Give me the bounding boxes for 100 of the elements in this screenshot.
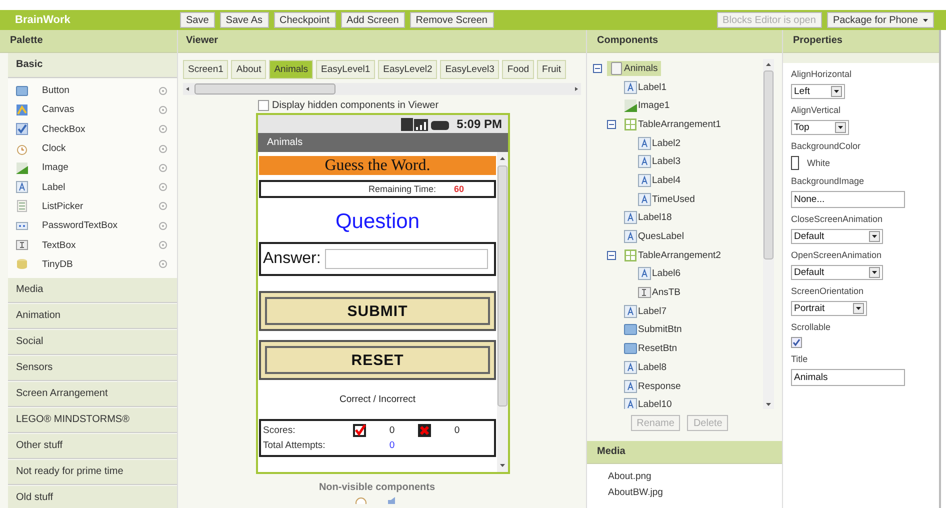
toolbar-button[interactable]: Package for Phone bbox=[826, 12, 934, 28]
tree-node[interactable]: AnsTB bbox=[635, 285, 684, 300]
help-icon[interactable] bbox=[159, 86, 167, 95]
tree-node[interactable]: Label8 bbox=[621, 360, 670, 375]
component-name[interactable]: Clock bbox=[42, 143, 159, 154]
tree-node[interactable]: TableArrangement2 bbox=[621, 248, 724, 263]
tree-node[interactable]: ResetBtn bbox=[621, 341, 680, 356]
dropdown[interactable]: Default bbox=[791, 229, 883, 244]
reset-button[interactable]: RESET bbox=[259, 340, 496, 380]
toolbar-button[interactable]: Remove Screen bbox=[410, 12, 494, 28]
component-name[interactable]: ListPicker bbox=[42, 200, 159, 212]
component-name[interactable]: TinyDB bbox=[42, 258, 159, 270]
dropdown[interactable]: Default bbox=[791, 265, 883, 280]
palette-category[interactable]: Media bbox=[8, 278, 177, 303]
text-field[interactable]: Animals bbox=[791, 369, 905, 386]
screen-tab[interactable]: Fruit bbox=[537, 60, 566, 79]
component-name[interactable]: PasswordTextBox bbox=[42, 220, 159, 232]
vertical-scrollbar[interactable] bbox=[763, 59, 774, 409]
help-icon[interactable] bbox=[159, 202, 167, 210]
component-name[interactable]: Canvas bbox=[42, 104, 159, 116]
text-field[interactable]: None... bbox=[791, 191, 905, 208]
tree-node[interactable]: Label3 bbox=[635, 154, 684, 170]
label-icon bbox=[624, 304, 637, 318]
label-icon bbox=[624, 398, 637, 409]
tree-node[interactable]: Label4 bbox=[635, 172, 684, 188]
screen-tab[interactable]: EasyLevel3 bbox=[440, 60, 500, 79]
toolbar-button[interactable]: Save As bbox=[220, 12, 268, 28]
screen-tab[interactable]: Food bbox=[502, 60, 534, 79]
help-icon[interactable] bbox=[159, 144, 167, 153]
palette-category[interactable]: Social bbox=[8, 330, 177, 355]
label-icon bbox=[638, 136, 651, 150]
tree-node[interactable]: Label10 bbox=[621, 397, 675, 409]
color-swatch[interactable] bbox=[791, 156, 799, 170]
answer-field[interactable] bbox=[324, 249, 488, 269]
checkbox[interactable] bbox=[258, 100, 269, 111]
palette-category[interactable]: Other stuff bbox=[8, 434, 177, 459]
tree-node[interactable]: Label7 bbox=[621, 304, 670, 319]
vertical-scrollbar[interactable] bbox=[497, 152, 508, 472]
screen-tab[interactable]: About bbox=[231, 60, 266, 79]
palette-category[interactable]: Old stuff bbox=[8, 486, 177, 508]
tree-node[interactable]: Image1 bbox=[621, 98, 673, 114]
palette-category[interactable]: Screen Arrangement bbox=[8, 382, 177, 407]
collapse-icon[interactable] bbox=[607, 120, 616, 129]
dropdown[interactable]: Portrait bbox=[791, 301, 867, 316]
tree-node[interactable]: SubmitBtn bbox=[621, 322, 685, 338]
collapse-icon[interactable] bbox=[593, 64, 602, 73]
tree-node[interactable]: TableArrangement1 bbox=[621, 116, 724, 132]
help-icon[interactable] bbox=[159, 222, 167, 230]
component-name[interactable]: Button bbox=[42, 85, 159, 96]
component-name[interactable]: Label bbox=[42, 182, 159, 193]
checkbox[interactable] bbox=[791, 337, 802, 348]
dropdown[interactable]: Top bbox=[791, 120, 849, 135]
submit-button[interactable]: SUBMIT bbox=[259, 291, 496, 331]
screen-tab[interactable]: Screen1 bbox=[183, 60, 228, 79]
label-icon bbox=[624, 80, 637, 94]
toolbar-button[interactable]: Checkpoint bbox=[274, 12, 336, 28]
tree-node[interactable]: Response bbox=[621, 378, 684, 394]
screen-tab[interactable]: Animals bbox=[269, 60, 314, 79]
media-file[interactable]: AboutBW.jpg bbox=[608, 487, 782, 503]
help-icon[interactable] bbox=[159, 241, 167, 250]
toolbar-button[interactable]: Add Screen bbox=[340, 12, 405, 28]
label-icon bbox=[624, 211, 637, 224]
collapse-icon[interactable] bbox=[607, 250, 616, 260]
screen-tab[interactable]: EasyLevel1 bbox=[316, 60, 376, 79]
screen-title-bar: Animals bbox=[258, 133, 508, 152]
palette-category[interactable]: Sensors bbox=[8, 356, 177, 381]
tree-node[interactable]: Label18 bbox=[621, 210, 675, 226]
media-file[interactable]: About.png bbox=[608, 471, 782, 487]
tree-node[interactable]: QuesLabel bbox=[621, 229, 687, 244]
help-icon[interactable] bbox=[159, 260, 167, 268]
property-name: ScreenOrientation bbox=[791, 286, 865, 298]
panel-header: Palette bbox=[0, 30, 177, 53]
help-icon[interactable] bbox=[159, 164, 167, 172]
help-icon[interactable] bbox=[159, 106, 167, 114]
dropdown[interactable]: Left bbox=[791, 84, 845, 99]
palette-category[interactable]: Basic bbox=[8, 53, 177, 78]
tree-node[interactable]: Label2 bbox=[635, 136, 684, 151]
checkbox-label: Display hidden components in Viewer bbox=[272, 100, 439, 111]
tree-node[interactable]: Label6 bbox=[635, 266, 684, 282]
component-name[interactable]: TextBox bbox=[42, 240, 159, 251]
toolbar-button[interactable]: Save bbox=[180, 12, 215, 28]
tree-node[interactable]: Animals bbox=[607, 60, 661, 76]
label-icon bbox=[16, 181, 28, 194]
screen-tab[interactable]: EasyLevel2 bbox=[378, 60, 438, 79]
horizontal-scrollbar[interactable] bbox=[183, 83, 581, 95]
check-mark-icon bbox=[353, 424, 366, 437]
question-label: Question bbox=[334, 210, 421, 235]
palette-category[interactable]: Not ready for prime time bbox=[8, 460, 177, 485]
component-name[interactable]: Image bbox=[42, 162, 159, 174]
tree-node[interactable]: TimeUsed bbox=[635, 192, 698, 207]
help-icon[interactable] bbox=[159, 125, 167, 134]
palette-category[interactable]: LEGO® MINDSTORMS® bbox=[8, 408, 177, 433]
palette-category[interactable]: Animation bbox=[8, 304, 177, 329]
property-name: AlignHorizontal bbox=[791, 69, 853, 81]
property-name: CloseScreenAnimation bbox=[791, 214, 884, 226]
help-icon[interactable] bbox=[159, 183, 167, 192]
tree-node[interactable]: Label1 bbox=[621, 80, 670, 95]
property-name: OpenScreenAnimation bbox=[791, 250, 883, 262]
caret-icon bbox=[923, 18, 928, 22]
component-name[interactable]: CheckBox bbox=[42, 124, 159, 135]
